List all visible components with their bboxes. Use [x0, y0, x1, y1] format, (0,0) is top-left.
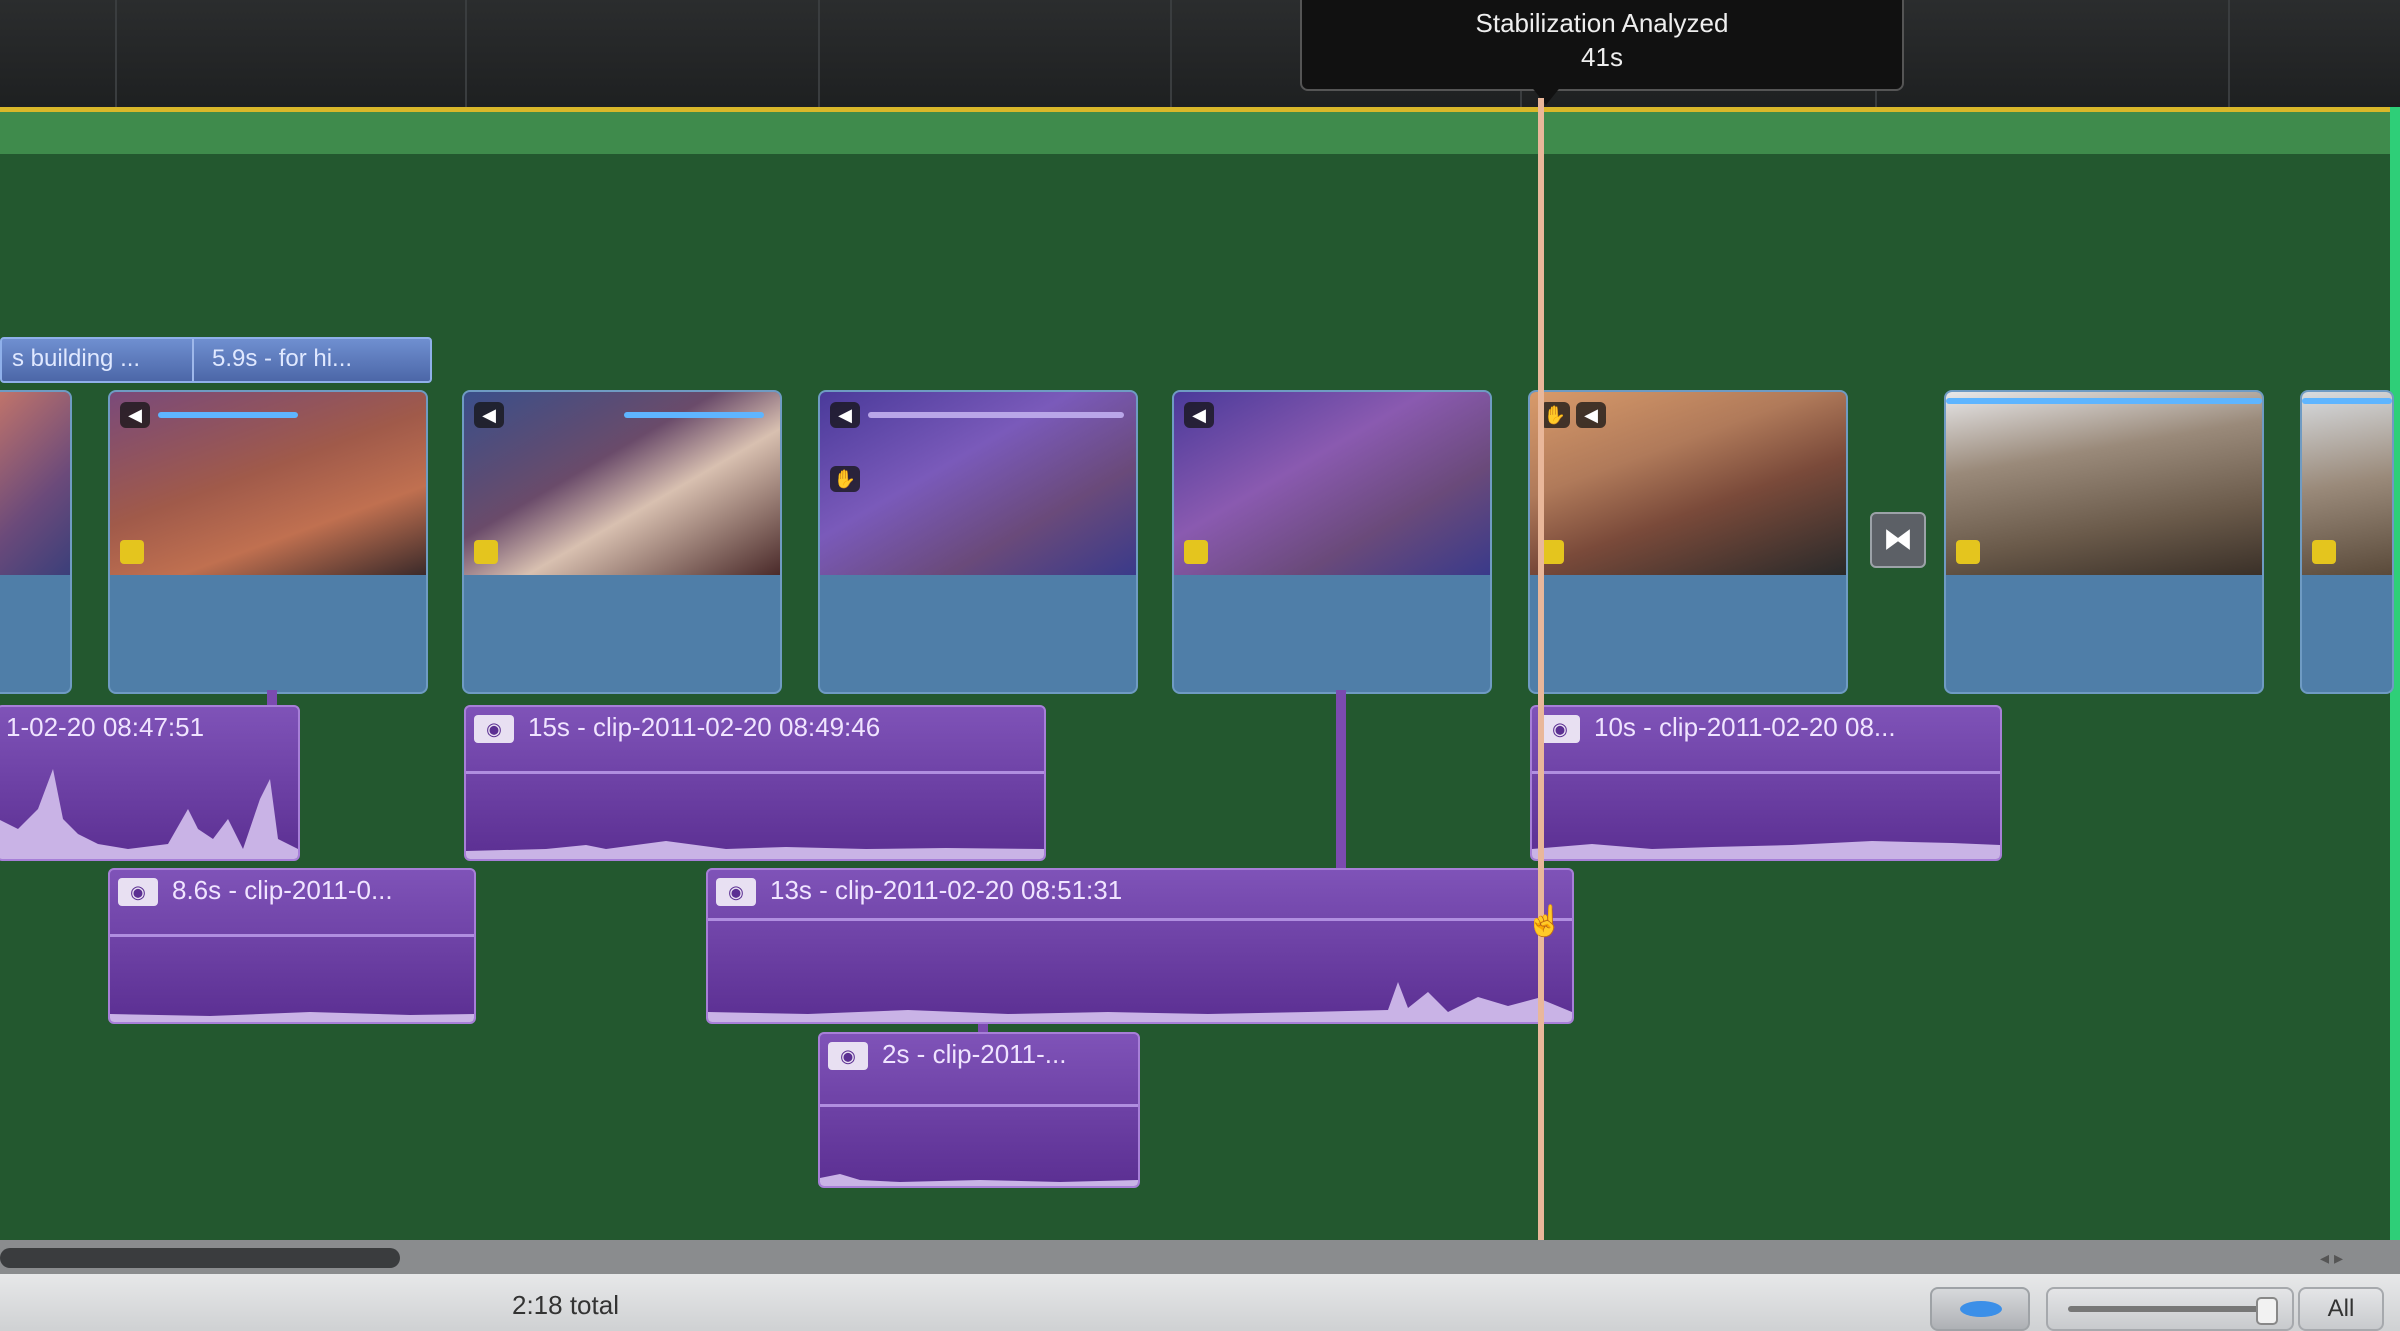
- zoom-slider-track: [2068, 1306, 2264, 1312]
- audio-volume-line: [110, 934, 474, 937]
- audio-clip-label: 2s - clip-2011-...: [882, 1039, 1067, 1069]
- audio-clip-header: ◉ 15s - clip-2011-02-20 08:49:46: [466, 707, 1044, 747]
- ruler-tick: [818, 0, 820, 107]
- audio-waveform: [820, 1174, 1138, 1186]
- video-clip[interactable]: [0, 390, 72, 694]
- clip-badge-icon: [1956, 540, 1980, 564]
- tooltip-duration: 41s: [1581, 42, 1623, 72]
- audio-clip-header: ◉ 13s - clip-2011-02-20 08:51:31: [708, 870, 1572, 910]
- audio-clip-icon: ◉: [118, 878, 158, 907]
- show-all-button[interactable]: All: [2298, 1287, 2384, 1331]
- audio-clip-icon: ◉: [1540, 715, 1580, 744]
- ruler-tick: [465, 0, 467, 107]
- audio-clip-header: ◉ 8.6s - clip-2011-0...: [110, 870, 474, 910]
- audio-clip[interactable]: ◉ 10s - clip-2011-02-20 08...: [1530, 705, 2002, 861]
- audio-connector: [267, 690, 277, 706]
- zoom-slider-knob[interactable]: [2256, 1297, 2278, 1325]
- clip-thumbnail: [1174, 392, 1490, 575]
- audio-clip-header: 1-02-20 08:47:51: [0, 707, 298, 747]
- clip-badge-icon: [474, 540, 498, 564]
- audio-clip-icon: ◉: [474, 715, 514, 744]
- tooltip-pointer: [1530, 85, 1562, 105]
- ruler-tick: [1170, 0, 1172, 107]
- audio-clip[interactable]: ◉ 2s - clip-2011-...: [818, 1032, 1140, 1188]
- speaker-icon: ◀: [1576, 402, 1606, 428]
- speaker-icon: ◀: [120, 402, 150, 428]
- video-clip[interactable]: [2300, 390, 2394, 694]
- audio-volume-line: [466, 771, 1044, 774]
- transition-bowtie-icon[interactable]: ⧓: [1870, 512, 1926, 568]
- scroll-arrows-icon[interactable]: ◂ ▸: [2320, 1248, 2380, 1268]
- ruler-tick: [115, 0, 117, 107]
- audio-volume-line: [708, 918, 1572, 921]
- audio-volume-line: [820, 1104, 1138, 1107]
- clip-thumbnail: [0, 392, 70, 575]
- clip-badge-icon: [120, 540, 144, 564]
- title-clip-label: s building ...: [12, 345, 141, 372]
- title-clip-divider: [192, 339, 194, 381]
- clip-audio-level-bar: [1946, 398, 2262, 404]
- audio-waveform: [110, 1012, 474, 1022]
- project-track-strip: [0, 112, 2400, 154]
- clip-thumbnail: [110, 392, 426, 575]
- audio-clip-label: 10s - clip-2011-02-20 08...: [1594, 712, 1896, 742]
- audio-clip-label: 1-02-20 08:47:51: [6, 712, 205, 742]
- tooltip-status: Stabilization Analyzed: [1475, 8, 1729, 38]
- audio-waveform: [708, 982, 1572, 1022]
- clip-thumbnail: [820, 392, 1136, 575]
- audio-clip-label: 15s - clip-2011-02-20 08:49:46: [528, 712, 881, 742]
- view-toggle-button[interactable]: [1930, 1287, 2030, 1331]
- clip-audio-level-bar: [158, 412, 298, 418]
- audio-clip[interactable]: ◉ 13s - clip-2011-02-20 08:51:31: [706, 868, 1574, 1024]
- video-clip[interactable]: ◀: [108, 390, 428, 694]
- video-clip[interactable]: ◀ ✋: [818, 390, 1138, 694]
- eye-icon: [1960, 1301, 2002, 1317]
- clip-badge-icon: [2312, 540, 2336, 564]
- speaker-icon: ◀: [474, 402, 504, 428]
- playhead[interactable]: [1538, 98, 1544, 1240]
- stabilization-icon: ✋: [1540, 402, 1570, 428]
- timeline-area: [0, 154, 2400, 1240]
- audio-waveform: [466, 841, 1044, 859]
- clip-thumbnail: [464, 392, 780, 575]
- timeline-ruler[interactable]: [0, 0, 2400, 107]
- clip-badge-icon: [1184, 540, 1208, 564]
- stabilization-icon: ✋: [830, 466, 860, 492]
- audio-clip[interactable]: ◉ 8.6s - clip-2011-0...: [108, 868, 476, 1024]
- audio-volume-line: [1532, 771, 2000, 774]
- audio-clip-label: 8.6s - clip-2011-0...: [172, 875, 393, 905]
- audio-clip-header: ◉ 2s - clip-2011-...: [820, 1034, 1138, 1074]
- zoom-slider[interactable]: [2046, 1287, 2294, 1331]
- audio-waveform: [0, 769, 298, 859]
- speaker-icon: ◀: [1184, 402, 1214, 428]
- clip-audio-level-bar: [868, 412, 1124, 418]
- video-clip[interactable]: ◀: [462, 390, 782, 694]
- hand-cursor-icon: ☝: [1526, 905, 1564, 938]
- title-clip-bar[interactable]: s building ... 5.9s - for hi...: [0, 337, 432, 383]
- total-duration: 2:18 total: [512, 1290, 619, 1320]
- clip-info-tooltip: Stabilization Analyzed 41s: [1300, 0, 1904, 91]
- bottom-toolbar: [0, 1274, 2400, 1331]
- audio-connector: [1336, 690, 1346, 868]
- audio-clip[interactable]: 1-02-20 08:47:51: [0, 705, 300, 861]
- video-clip[interactable]: ◀: [1172, 390, 1492, 694]
- audio-clip[interactable]: ◉ 15s - clip-2011-02-20 08:49:46: [464, 705, 1046, 861]
- video-clip[interactable]: [1944, 390, 2264, 694]
- clip-audio-level-bar: [624, 412, 764, 418]
- title-clip-label: 5.9s - for hi...: [212, 345, 353, 372]
- clip-thumbnail: [1946, 392, 2262, 575]
- video-clip[interactable]: ✋ ◀: [1528, 390, 1848, 694]
- audio-waveform: [1532, 841, 2000, 859]
- audio-clip-icon: ◉: [828, 1042, 868, 1071]
- scrollbar-thumb[interactable]: [0, 1248, 400, 1268]
- audio-clip-icon: ◉: [716, 878, 756, 907]
- speaker-icon: ◀: [830, 402, 860, 428]
- clip-audio-level-bar: [2302, 398, 2392, 404]
- ruler-tick: [2228, 0, 2230, 107]
- audio-clip-header: ◉ 10s - clip-2011-02-20 08...: [1532, 707, 2000, 747]
- audio-clip-label: 13s - clip-2011-02-20 08:51:31: [770, 875, 1123, 905]
